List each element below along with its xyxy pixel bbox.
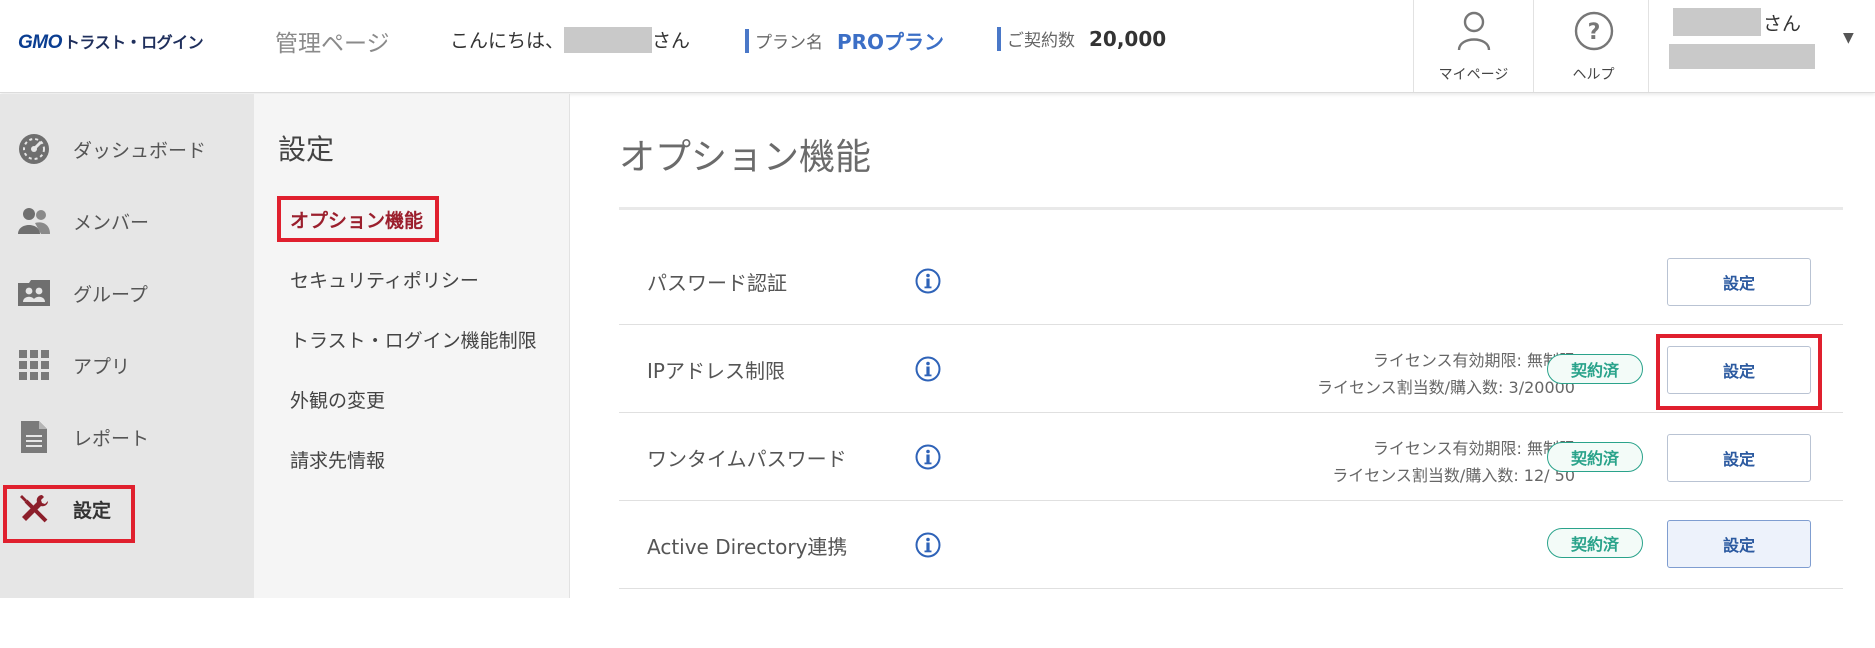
submenu-item-billing[interactable]: 請求先情報 bbox=[290, 446, 385, 473]
sidebar-item-settings[interactable]: 設定 bbox=[0, 476, 254, 542]
sidebar-item-apps[interactable]: アプリ bbox=[0, 332, 254, 398]
greeting-prefix: こんにちは、 bbox=[450, 30, 565, 52]
sidebar-item-members[interactable]: メンバー bbox=[0, 188, 254, 254]
plan-value: PROプラン bbox=[837, 30, 945, 54]
sidebar-item-dashboard[interactable]: ダッシュボード bbox=[0, 116, 254, 182]
submenu-title: 設定 bbox=[278, 133, 335, 166]
redacted-account-email bbox=[1669, 44, 1815, 69]
submenu-item-function-limits[interactable]: トラスト・ログイン機能制限 bbox=[290, 326, 537, 353]
tools-icon bbox=[18, 493, 50, 525]
plan-info: プラン名 PROプラン bbox=[745, 26, 944, 55]
submenu-item-options[interactable]: オプション機能 bbox=[290, 206, 423, 233]
group-icon bbox=[18, 277, 50, 309]
greeting: こんにちは、 さん bbox=[450, 26, 690, 53]
option-name: ワンタイムパスワード bbox=[647, 446, 847, 471]
license-info: ライセンス有効期限: 無制限 ライセンス割当数/購入数: 3/20000 bbox=[1317, 347, 1575, 401]
contract-value: 20,000 bbox=[1089, 26, 1167, 51]
info-icon[interactable] bbox=[915, 444, 941, 470]
contract-divider-bar bbox=[997, 26, 1001, 51]
title-divider bbox=[619, 207, 1843, 210]
account-name-suffix: さん bbox=[1763, 13, 1802, 35]
settings-button[interactable]: 設定 bbox=[1667, 520, 1811, 568]
members-icon bbox=[18, 205, 50, 237]
gmo-trust-login-logo[interactable]: GMO トラスト・ログイン bbox=[18, 29, 204, 54]
sidebar-item-label: ダッシュボード bbox=[73, 139, 207, 162]
logo-brand-text: トラスト・ログイン bbox=[63, 35, 204, 52]
info-icon[interactable] bbox=[915, 356, 941, 382]
contracted-badge: 契約済 bbox=[1547, 528, 1643, 558]
redacted-user-name bbox=[564, 26, 653, 53]
sidebar-item-label: レポート bbox=[73, 427, 150, 450]
help-button[interactable]: ? ヘルプ bbox=[1533, 0, 1653, 92]
option-name: IPアドレス制限 bbox=[647, 358, 785, 383]
help-question-icon: ? bbox=[1573, 10, 1615, 56]
sidebar-item-groups[interactable]: グループ bbox=[0, 260, 254, 326]
sidebar-item-label: 設定 bbox=[73, 499, 112, 522]
mypage-label: マイページ bbox=[1438, 67, 1509, 83]
sidebar-item-label: アプリ bbox=[73, 355, 131, 378]
license-count: ライセンス割当数/購入数: 3/20000 bbox=[1316, 378, 1575, 397]
greeting-suffix: さん bbox=[652, 30, 691, 52]
user-profile-icon bbox=[1457, 10, 1491, 56]
mypage-button[interactable]: マイページ bbox=[1413, 0, 1533, 92]
submenu-item-security-policy[interactable]: セキュリティポリシー bbox=[290, 266, 479, 293]
contracted-badge: 契約済 bbox=[1547, 354, 1643, 384]
contracted-badge: 契約済 bbox=[1547, 442, 1643, 472]
option-name: Active Directory連携 bbox=[647, 534, 848, 559]
sidebar-item-label: メンバー bbox=[73, 211, 150, 234]
license-info: ライセンス有効期限: 無制限 ライセンス割当数/購入数: 12/ 50 bbox=[1332, 435, 1575, 489]
redacted-account-name bbox=[1673, 8, 1761, 36]
caret-down-icon[interactable]: ▼ bbox=[1843, 30, 1854, 46]
plan-label: プラン名 bbox=[755, 33, 823, 53]
page-title: オプション機能 bbox=[619, 137, 872, 178]
user-account-menu[interactable]: さん ▼ bbox=[1648, 0, 1875, 92]
license-period: ライセンス有効期限: 無制限 bbox=[1372, 439, 1575, 458]
license-period: ライセンス有効期限: 無制限 bbox=[1372, 351, 1575, 370]
settings-button[interactable]: 設定 bbox=[1667, 258, 1811, 306]
settings-button[interactable]: 設定 bbox=[1667, 434, 1811, 482]
license-count: ライセンス割当数/購入数: 12/ 50 bbox=[1332, 466, 1575, 485]
plan-divider-bar bbox=[745, 28, 749, 53]
apps-grid-icon bbox=[18, 349, 50, 381]
report-icon bbox=[18, 421, 50, 453]
submenu-item-appearance[interactable]: 外観の変更 bbox=[290, 386, 385, 413]
info-icon[interactable] bbox=[915, 268, 941, 294]
logo-gmo-text: GMO bbox=[18, 32, 62, 53]
option-row-active-directory: Active Directory連携 契約済 設定 bbox=[619, 501, 1843, 589]
sidebar-item-reports[interactable]: レポート bbox=[0, 404, 254, 470]
option-row-password-auth: パスワード認証 設定 bbox=[619, 237, 1843, 325]
svg-text:?: ? bbox=[1587, 20, 1600, 45]
settings-button[interactable]: 設定 bbox=[1667, 346, 1811, 394]
option-name: パスワード認証 bbox=[647, 270, 787, 295]
admin-page-title: 管理ページ bbox=[275, 31, 390, 57]
contract-info: ご契約数 20,000 bbox=[997, 26, 1166, 51]
option-row-one-time-password: ワンタイムパスワード ライセンス有効期限: 無制限 ライセンス割当数/購入数: … bbox=[619, 413, 1843, 501]
contract-label: ご契約数 bbox=[1007, 31, 1075, 51]
main-sidebar: ダッシュボード メンバー グループ アプリ レポート 設定 bbox=[0, 94, 254, 598]
option-row-ip-restriction: IPアドレス制限 ライセンス有効期限: 無制限 ライセンス割当数/購入数: 3/… bbox=[619, 325, 1843, 413]
top-header: GMO トラスト・ログイン 管理ページ こんにちは、 さん プラン名 PROプラン… bbox=[0, 0, 1875, 93]
help-label: ヘルプ bbox=[1572, 67, 1615, 83]
settings-submenu: 設定 オプション機能 セキュリティポリシー トラスト・ログイン機能制限 外観の変… bbox=[254, 94, 570, 598]
dashboard-icon bbox=[18, 133, 50, 165]
info-icon[interactable] bbox=[915, 532, 941, 558]
sidebar-item-label: グループ bbox=[73, 283, 148, 306]
